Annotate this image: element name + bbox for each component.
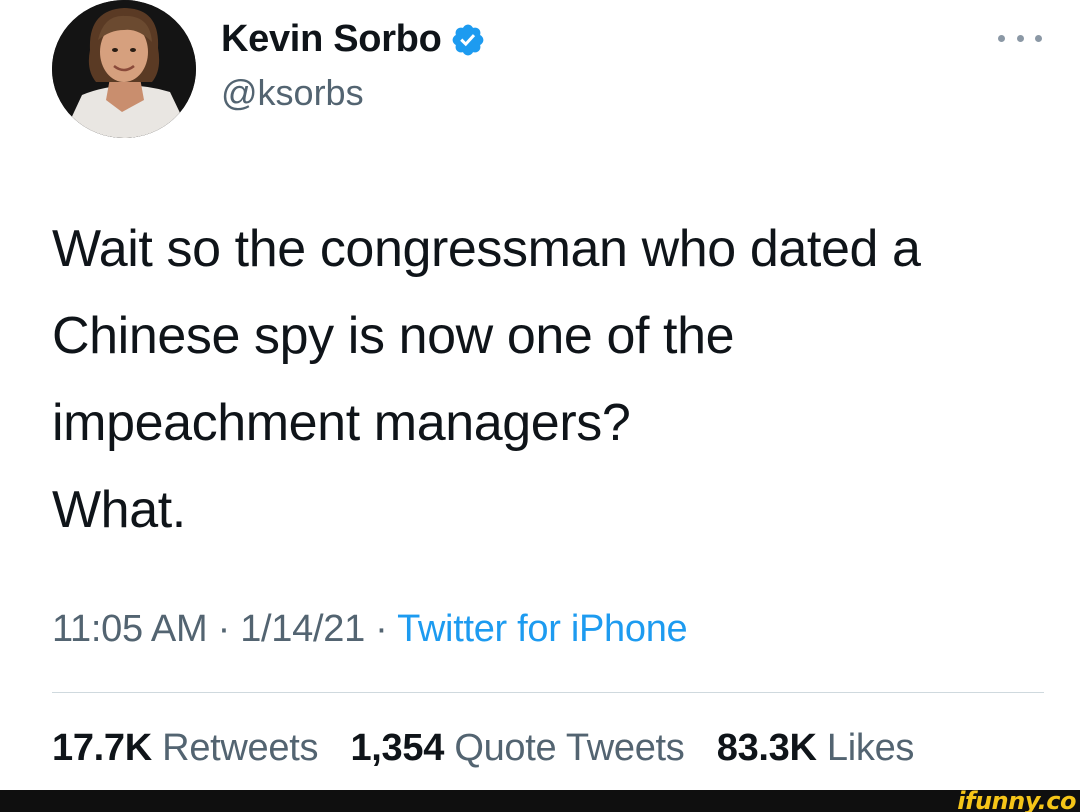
verified-badge-icon xyxy=(450,22,486,58)
tweet-date[interactable]: 1/14/21 xyxy=(240,608,365,650)
meta-separator: · xyxy=(207,608,241,650)
meta-separator: · xyxy=(364,608,398,650)
retweets-label: Retweets xyxy=(162,727,319,769)
author-name-row: Kevin Sorbo xyxy=(221,18,486,61)
avatar[interactable] xyxy=(52,0,196,138)
tweet-time[interactable]: 11:05 AM xyxy=(52,608,208,650)
author-display-name[interactable]: Kevin Sorbo xyxy=(221,18,442,61)
tweet-text: Wait so the congressman who dated a Chin… xyxy=(52,206,1062,554)
retweets-stat[interactable]: 17.7K Retweets xyxy=(52,727,318,770)
quote-tweets-stat[interactable]: 1,354 Quote Tweets xyxy=(350,727,684,770)
tweet-text-line: Wait so the congressman who dated a xyxy=(52,220,921,278)
likes-count: 83.3K xyxy=(716,727,817,769)
likes-label: Likes xyxy=(826,727,915,769)
tweet-stats: 17.7K Retweets 1,354 Quote Tweets 83.3K … xyxy=(52,727,936,770)
dot-icon xyxy=(998,34,1005,42)
quote-tweets-count: 1,354 xyxy=(350,727,445,769)
dot-icon xyxy=(1016,34,1024,42)
ifunny-watermark: ifunny.co xyxy=(957,787,1076,812)
author-handle[interactable]: @ksorbs xyxy=(221,72,364,114)
more-options-icon[interactable] xyxy=(998,28,1042,48)
retweets-count: 17.7K xyxy=(52,727,152,769)
watermark-bar: ifunny.co xyxy=(0,787,1080,812)
tweet-meta: 11:05 AM · 1/14/21 · Twitter for iPhone xyxy=(52,608,688,651)
divider xyxy=(52,692,1044,693)
quote-tweets-label: Quote Tweets xyxy=(454,727,685,769)
tweet-text-line: What. xyxy=(52,481,186,539)
profile-photo-icon xyxy=(52,0,196,138)
dot-icon xyxy=(1035,34,1042,42)
tweet-text-line: impeachment managers? xyxy=(52,394,631,452)
tweet-text-line: Chinese spy is now one of the xyxy=(52,307,735,365)
tweet-source-link[interactable]: Twitter for iPhone xyxy=(397,608,688,650)
likes-stat[interactable]: 83.3K Likes xyxy=(716,727,915,770)
tweet-screenshot: Kevin Sorbo @ksorbs Wait so the congress… xyxy=(0,0,1080,812)
